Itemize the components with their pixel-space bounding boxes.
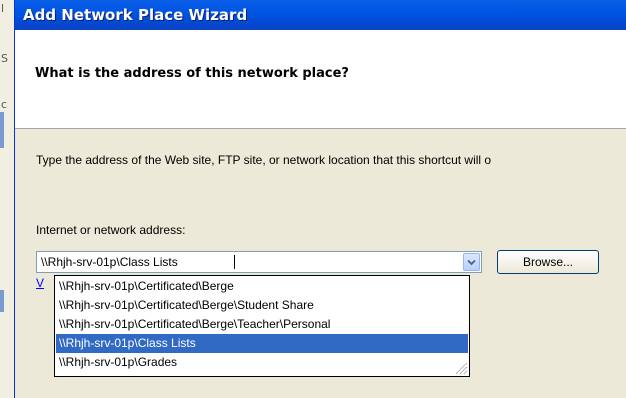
address-input[interactable]: \\Rhjh-srv-01p\Class Lists	[41, 255, 178, 269]
browse-button[interactable]: Browse...	[497, 250, 599, 274]
dropdown-item[interactable]: \\Rhjh-srv-01p\Grades	[56, 353, 468, 372]
address-dropdown-list[interactable]: \\Rhjh-srv-01p\Certificated\Berge \\Rhjh…	[54, 275, 470, 377]
dropdown-item[interactable]: \\Rhjh-srv-01p\Certificated\Berge\Teache…	[56, 315, 468, 334]
wizard-window: Add Network Place Wizard What is the add…	[14, 0, 626, 398]
wizard-body: Type the address of the Web site, FTP si…	[15, 129, 626, 398]
dropdown-item-selected[interactable]: \\Rhjh-srv-01p\Class Lists	[56, 334, 468, 353]
background-glyph: l	[1, 2, 5, 15]
header-question: What is the address of this network plac…	[35, 66, 349, 81]
background-mark	[0, 290, 4, 312]
background-glyph: c	[1, 98, 8, 111]
address-combobox[interactable]: \\Rhjh-srv-01p\Class Lists	[36, 251, 482, 273]
background-glyph: S	[1, 52, 8, 65]
partially-hidden-link[interactable]: V	[36, 276, 44, 290]
resize-grip-icon[interactable]	[454, 361, 468, 375]
text-caret	[234, 255, 235, 269]
window-title: Add Network Place Wizard	[23, 6, 248, 24]
wizard-header: What is the address of this network plac…	[15, 30, 626, 129]
dropdown-item[interactable]: \\Rhjh-srv-01p\Certificated\Berge	[56, 277, 468, 296]
background-mark	[0, 112, 4, 148]
address-label: Internet or network address:	[36, 223, 186, 237]
dropdown-item[interactable]: \\Rhjh-srv-01p\Certificated\Berge\Studen…	[56, 296, 468, 315]
dropdown-arrow-icon	[467, 259, 476, 265]
instructions-text: Type the address of the Web site, FTP si…	[36, 153, 492, 167]
dropdown-button[interactable]	[463, 253, 480, 271]
title-bar[interactable]: Add Network Place Wizard	[15, 0, 626, 30]
